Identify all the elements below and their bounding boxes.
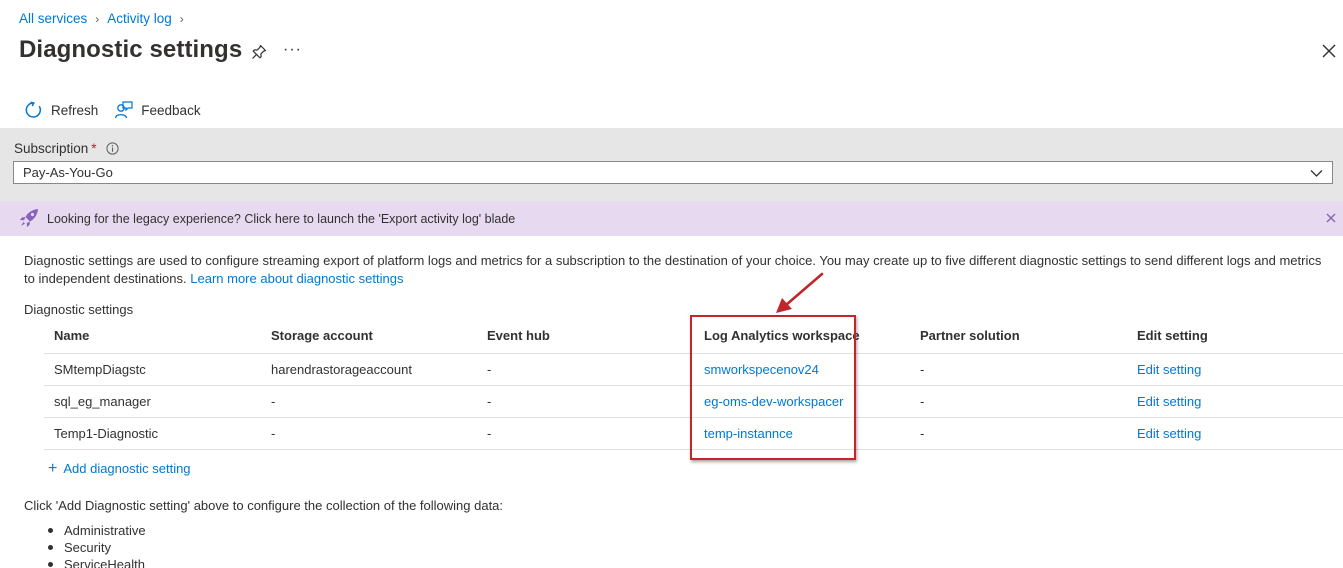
feedback-button[interactable]: Feedback — [114, 100, 201, 120]
chevron-right-icon: › — [95, 11, 100, 26]
list-item: ServiceHealth — [48, 556, 146, 568]
learn-more-link[interactable]: Learn more about diagnostic settings — [190, 271, 403, 286]
annotation-arrow-icon — [776, 272, 824, 313]
pin-icon[interactable] — [250, 43, 268, 61]
edit-setting-link[interactable]: Edit setting — [1127, 417, 1343, 450]
cell-event-hub: - — [477, 385, 694, 418]
cell-partner-solution: - — [910, 385, 1127, 418]
diagnostic-settings-heading: Diagnostic settings — [24, 302, 134, 317]
column-header-partner-solution: Partner solution — [910, 318, 1127, 354]
chevron-down-icon — [1310, 170, 1323, 177]
edit-setting-link[interactable]: Edit setting — [1127, 385, 1343, 418]
subscription-value: Pay-As-You-Go — [23, 165, 113, 180]
add-diagnostic-setting-label: Add diagnostic setting — [63, 461, 191, 476]
info-icon[interactable] — [105, 142, 119, 155]
cell-event-hub: - — [477, 353, 694, 386]
cell-event-hub: - — [477, 417, 694, 450]
refresh-label: Refresh — [51, 102, 99, 118]
subscription-label-text: Subscription — [14, 141, 89, 156]
cell-name: SMtempDiagstc — [44, 353, 261, 386]
cell-name: Temp1-Diagnostic — [44, 417, 261, 450]
breadcrumb-activity-log[interactable]: Activity log — [107, 11, 172, 26]
column-header-edit-setting: Edit setting — [1127, 318, 1343, 354]
required-marker: * — [91, 141, 97, 156]
subscription-label: Subscription * — [14, 141, 119, 156]
refresh-button[interactable]: Refresh — [24, 100, 98, 120]
cell-partner-solution: - — [910, 417, 1127, 450]
banner-text[interactable]: Looking for the legacy experience? Click… — [47, 212, 515, 226]
feedback-icon — [115, 101, 133, 119]
edit-setting-link[interactable]: Edit setting — [1127, 353, 1343, 386]
rocket-icon — [20, 209, 38, 227]
breadcrumb: All services › Activity log › — [19, 11, 192, 26]
list-item: Security — [48, 539, 146, 556]
breadcrumb-all-services[interactable]: All services — [19, 11, 87, 26]
cell-storage-account: - — [261, 417, 477, 450]
list-item: Administrative — [48, 522, 146, 539]
plus-icon: + — [48, 460, 58, 477]
cell-partner-solution: - — [910, 353, 1127, 386]
cell-storage-account: - — [261, 385, 477, 418]
highlight-box — [690, 315, 856, 460]
more-options-icon[interactable]: ··· — [283, 41, 302, 59]
cell-name: sql_eg_manager — [44, 385, 261, 418]
add-diagnostic-setting-button[interactable]: + Add diagnostic setting — [48, 460, 191, 477]
refresh-icon — [25, 101, 42, 118]
page-title: Diagnostic settings — [19, 36, 243, 63]
feedback-label: Feedback — [141, 102, 201, 118]
toolbar: Refresh Feedback — [24, 100, 217, 120]
description: Diagnostic settings are used to configur… — [24, 252, 1324, 287]
chevron-right-icon: › — [179, 11, 184, 26]
close-icon[interactable] — [1320, 42, 1338, 60]
column-header-name: Name — [44, 318, 261, 354]
data-category-list: Administrative Security ServiceHealth — [48, 522, 146, 568]
close-icon[interactable] — [1325, 212, 1337, 224]
cell-storage-account: harendrastorageaccount — [261, 353, 477, 386]
collection-info-text: Click 'Add Diagnostic setting' above to … — [24, 498, 504, 513]
column-header-event-hub: Event hub — [477, 318, 694, 354]
subscription-dropdown[interactable]: Pay-As-You-Go — [13, 161, 1333, 184]
column-header-storage-account: Storage account — [261, 318, 477, 354]
